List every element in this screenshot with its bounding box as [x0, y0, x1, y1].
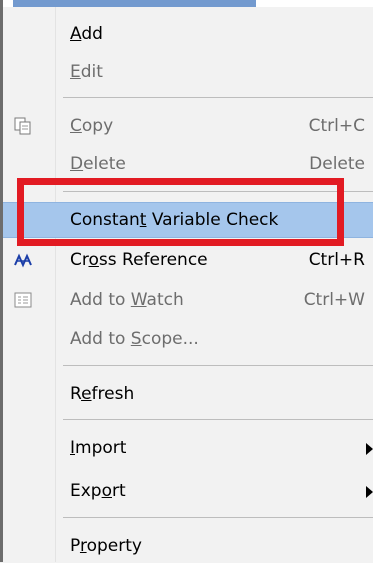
- menu-item-label: Add to Scope...: [70, 329, 199, 349]
- menu-item-delete[interactable]: Delete Delete: [3, 147, 373, 181]
- menu-item-edit[interactable]: Edit: [3, 55, 373, 89]
- copy-icon: [14, 117, 31, 135]
- menu-separator: [63, 419, 373, 420]
- menu-item-add-to-watch[interactable]: Add to Watch Ctrl+W: [3, 283, 373, 317]
- menu-item-add[interactable]: Add: [3, 17, 373, 51]
- menu-separator: [63, 365, 373, 366]
- top-window-strip: [0, 0, 373, 7]
- menu-item-add-to-scope[interactable]: Add to Scope...: [3, 322, 373, 356]
- menu-item-label: Constant Variable Check: [70, 210, 279, 230]
- menu-separator: [63, 97, 373, 98]
- menu-separator: [63, 191, 373, 192]
- context-menu: Add Edit Copy Ctrl+C Delete Delete Const…: [3, 7, 373, 563]
- menu-item-label: Export: [70, 481, 126, 501]
- menu-item-label: Cross Reference: [70, 250, 208, 270]
- menu-item-constant-variable-check[interactable]: Constant Variable Check: [3, 202, 373, 238]
- menu-item-shortcut: Ctrl+R: [308, 250, 365, 270]
- menu-item-copy[interactable]: Copy Ctrl+C: [3, 109, 373, 143]
- menu-item-label: Add: [70, 24, 103, 44]
- menu-item-label: Copy: [70, 116, 114, 136]
- selected-tree-item-strip: [13, 0, 256, 7]
- menu-item-import[interactable]: Import: [3, 431, 373, 465]
- menu-item-cross-reference[interactable]: Cross Reference Ctrl+R: [3, 243, 373, 277]
- submenu-arrow-icon: [366, 443, 373, 455]
- menu-item-label: Edit: [70, 62, 103, 82]
- menu-item-label: Property: [70, 536, 142, 556]
- menu-item-refresh[interactable]: Refresh: [3, 377, 373, 411]
- menu-separator: [63, 517, 373, 518]
- menu-item-shortcut: Delete: [309, 154, 365, 174]
- menu-item-label: Refresh: [70, 384, 135, 404]
- menu-item-shortcut: Ctrl+C: [308, 116, 365, 136]
- menu-item-label: Delete: [70, 154, 126, 174]
- menu-item-label: Add to Watch: [70, 290, 184, 310]
- menu-item-label: Import: [70, 438, 127, 458]
- cross-reference-icon: [14, 253, 32, 268]
- menu-item-export[interactable]: Export: [3, 474, 373, 508]
- menu-item-property[interactable]: Property: [3, 529, 373, 563]
- menu-item-shortcut: Ctrl+W: [303, 290, 365, 310]
- submenu-arrow-icon: [366, 486, 373, 498]
- watch-icon: [14, 292, 32, 308]
